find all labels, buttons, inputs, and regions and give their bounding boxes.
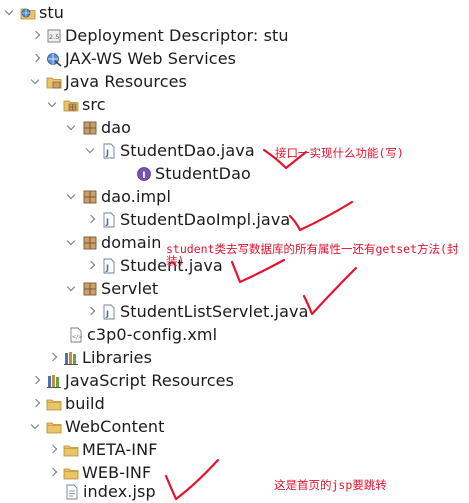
folder-icon (63, 442, 79, 458)
tree-item-label: Libraries (82, 348, 153, 367)
javascript-resources-icon (46, 373, 62, 389)
tree-item-label: JAX-WS Web Services (65, 49, 237, 68)
tree-item-label: StudentDao (155, 164, 251, 183)
tree-item-src[interactable]: src (47, 93, 106, 116)
svg-text:I: I (142, 171, 145, 181)
collapse-toggle[interactable] (4, 7, 16, 19)
tree-item-label: JavaScript Resources (65, 371, 234, 390)
java-file-icon (101, 258, 117, 274)
package-icon (82, 120, 98, 136)
tree-item-label: Java Resources (65, 72, 187, 91)
collapse-toggle[interactable] (85, 145, 97, 157)
tree-item-c3p0-config[interactable]: </> c3p0-config.xml (68, 323, 217, 346)
tree-item-studentdao-interface[interactable]: I StudentDao (136, 162, 251, 185)
tree-item-stu[interactable]: stu (4, 1, 64, 24)
tree-item-label: domain (101, 233, 162, 252)
expand-toggle[interactable] (30, 53, 42, 65)
tree-item-deployment-descriptor[interactable]: 2.5 Deployment Descriptor: stu (30, 24, 289, 47)
collapse-toggle[interactable] (30, 421, 42, 433)
tree-item-label: index.jsp (83, 482, 156, 501)
expand-toggle[interactable] (30, 30, 42, 42)
tree-item-libraries[interactable]: Libraries (47, 346, 152, 369)
interface-icon: I (136, 166, 152, 182)
expand-toggle[interactable] (85, 306, 97, 318)
deployment-descriptor-icon: 2.5 (46, 28, 62, 44)
collapse-toggle[interactable] (30, 76, 42, 88)
collapse-toggle[interactable] (66, 283, 78, 295)
tree-item-label: dao (101, 118, 132, 137)
tree-item-label: build (65, 394, 105, 413)
tree-item-label: StudentListServlet.java (120, 302, 309, 321)
expand-toggle[interactable] (47, 467, 59, 479)
java-resources-icon (46, 74, 62, 90)
tree-item-javascript-resources[interactable]: JavaScript Resources (30, 369, 234, 392)
tree-item-studentdao-java[interactable]: StudentDao.java (85, 139, 255, 162)
java-file-icon (101, 212, 117, 228)
annotation-dao-note: 接口一实现什么功能(写) (275, 146, 404, 160)
tree-item-label: WebContent (65, 417, 165, 436)
expand-toggle[interactable] (30, 375, 42, 387)
tree-item-label: StudentDaoImpl.java (120, 210, 291, 229)
tree-item-label: Servlet (101, 279, 159, 298)
expand-toggle[interactable] (47, 352, 59, 364)
tree-item-package-servlet[interactable]: Servlet (66, 277, 158, 300)
svg-text:2.5: 2.5 (49, 33, 59, 41)
tree-item-label: Deployment Descriptor: stu (65, 26, 289, 45)
tree-item-label: stu (39, 3, 65, 22)
tree-item-label: dao.impl (101, 187, 171, 206)
tree-item-student-java[interactable]: Student.java (85, 254, 223, 277)
tree-item-build[interactable]: build (30, 392, 105, 415)
annotation-student-note: student类去写数据库的所有属性一还有getset方法(封 (166, 242, 459, 256)
expand-toggle[interactable] (85, 260, 97, 272)
tree-item-webcontent[interactable]: WebContent (30, 415, 165, 438)
expand-toggle[interactable] (47, 444, 59, 456)
annotation-index-note: 这是首页的jsp要跳转 (274, 478, 387, 492)
tree-item-jaxws[interactable]: JAX-WS Web Services (30, 47, 236, 70)
tree-item-index-jsp[interactable]: index.jsp (64, 480, 156, 503)
tree-item-package-dao[interactable]: dao (66, 116, 131, 139)
tree-item-label: META-INF (82, 440, 158, 459)
tree-item-studentdaoimpl-java[interactable]: StudentDaoImpl.java (85, 208, 290, 231)
expand-toggle[interactable] (85, 214, 97, 226)
tree-item-package-dao-impl[interactable]: dao.impl (66, 185, 171, 208)
folder-icon (63, 465, 79, 481)
tree-item-studentlistservlet-java[interactable]: StudentListServlet.java (85, 300, 308, 323)
java-file-icon (101, 143, 117, 159)
folder-icon (46, 396, 62, 412)
tree-item-label: c3p0-config.xml (87, 325, 218, 344)
collapse-toggle[interactable] (47, 99, 59, 111)
tree-item-label: StudentDao.java (120, 141, 255, 160)
java-file-icon (101, 304, 117, 320)
tree-item-meta-inf[interactable]: META-INF (47, 438, 158, 461)
libraries-icon (63, 350, 79, 366)
web-services-icon (46, 51, 62, 67)
expand-toggle[interactable] (30, 398, 42, 410)
source-folder-icon (63, 97, 79, 113)
folder-icon (46, 419, 62, 435)
web-project-icon (20, 5, 36, 21)
package-icon (82, 189, 98, 205)
collapse-toggle[interactable] (66, 191, 78, 203)
collapse-toggle[interactable] (66, 122, 78, 134)
jsp-file-icon (64, 484, 80, 500)
package-icon (82, 281, 98, 297)
collapse-toggle[interactable] (66, 237, 78, 249)
xml-file-icon: </> (68, 327, 84, 343)
tree-item-label: src (82, 95, 106, 114)
annotation-student-note-cont: 装) (166, 254, 185, 268)
svg-text:</>: </> (72, 334, 83, 340)
package-icon (82, 235, 98, 251)
tree-item-java-resources[interactable]: Java Resources (30, 70, 187, 93)
tree-item-package-domain[interactable]: domain (66, 231, 162, 254)
